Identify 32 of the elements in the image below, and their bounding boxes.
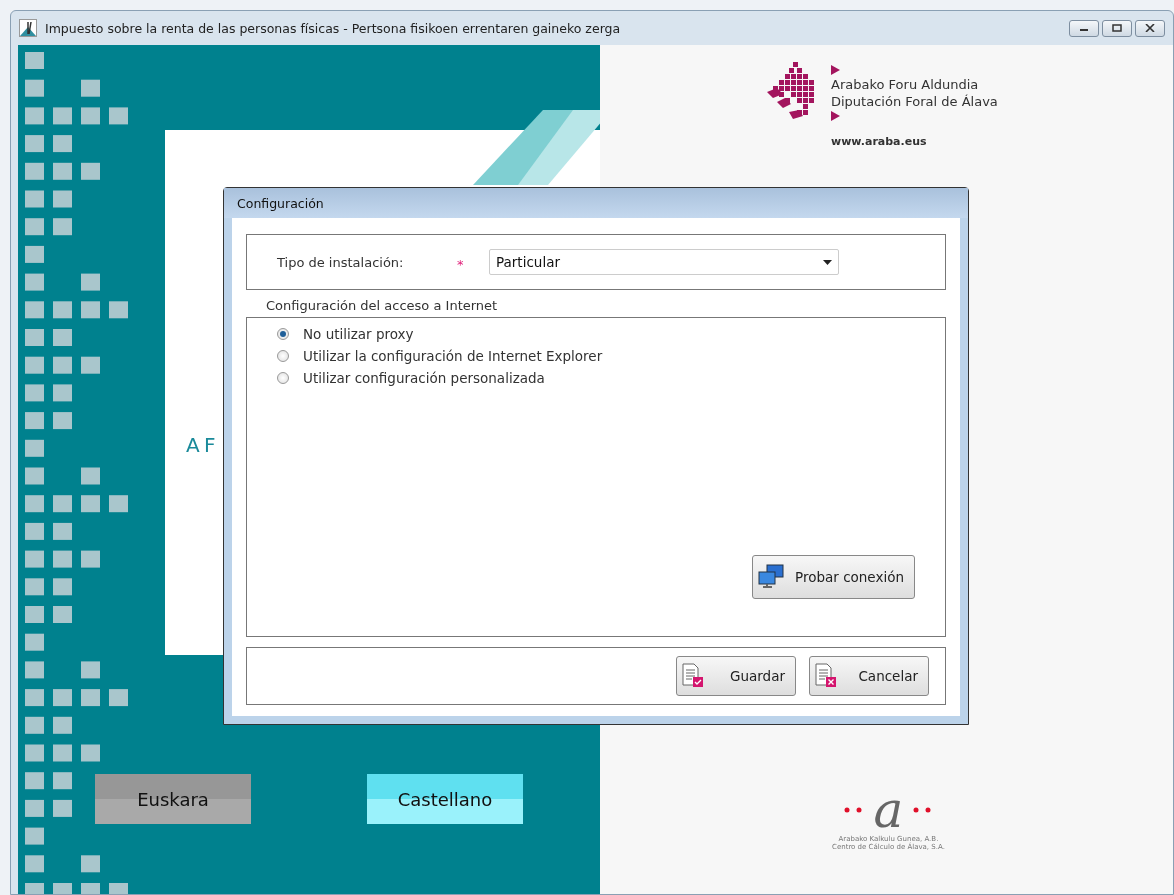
footer-logo-mark: a — [873, 785, 904, 835]
dropdown-caret-icon — [823, 259, 832, 265]
website-url: www.araba.eus — [831, 135, 928, 148]
cancel-button[interactable]: Cancelar — [809, 656, 929, 696]
installation-dropdown[interactable]: Particular — [489, 249, 839, 275]
dialog-title: Configuración — [224, 188, 968, 218]
required-mark: * — [457, 255, 465, 272]
radio-option[interactable]: No utilizar proxy — [277, 326, 945, 342]
computers-icon — [757, 564, 786, 590]
logo-text: Diputación Foral de Álava — [831, 94, 998, 109]
maximize-icon — [1112, 24, 1122, 32]
test-connection-button[interactable]: Probar conexión — [752, 555, 915, 599]
document-icon — [814, 663, 838, 689]
triangle-icon — [831, 111, 840, 121]
language-button[interactable]: Euskara — [95, 774, 251, 824]
field-label: Tipo de instalación: — [277, 254, 405, 270]
radio-option[interactable]: Utilizar la configuración de Internet Explorer — [277, 348, 945, 364]
dots-icon — [843, 807, 864, 813]
window-title: Impuesto sobre la renta de las personas físicas - Pertsona fisikoen errentaren gaineko zerga — [45, 20, 621, 36]
maximize-button[interactable] — [1102, 19, 1132, 37]
radio-option[interactable]: Utilizar configuración personalizada — [277, 370, 945, 386]
document-icon — [681, 663, 705, 689]
group-title: Configuración del acceso a Internet — [265, 297, 499, 315]
save-button[interactable]: Guardar — [676, 656, 796, 696]
triangle-icon — [831, 65, 840, 75]
splash-heading: A F — [186, 433, 216, 457]
app-icon — [19, 19, 37, 37]
minimize-button[interactable] — [1069, 19, 1099, 37]
close-button[interactable] — [1135, 19, 1165, 37]
logo-text: Arabako Foru Aldundia — [831, 77, 980, 92]
language-button[interactable]: Castellano — [367, 774, 523, 824]
close-icon — [1145, 24, 1155, 32]
